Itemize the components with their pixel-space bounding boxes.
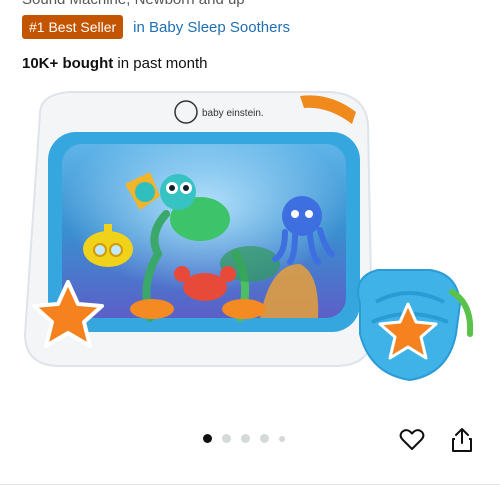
product-title-cut: Sound Machine, Newborn and up: [22, 0, 245, 8]
heart-icon: [399, 429, 425, 450]
image-carousel-dots[interactable]: [203, 434, 285, 443]
share-button[interactable]: [448, 426, 476, 454]
best-seller-category-link[interactable]: in Baby Sleep Soothers: [133, 19, 290, 36]
section-divider: [0, 484, 500, 485]
bought-in-past-month: 10K+ bought in past month: [22, 55, 207, 72]
share-icon: [452, 428, 472, 452]
carousel-dot-2[interactable]: [222, 434, 231, 443]
bought-count: 10K+ bought: [22, 55, 114, 72]
add-to-list-button[interactable]: [398, 426, 426, 454]
carousel-dot-1[interactable]: [203, 434, 212, 443]
sleep-soother-illustration: baby einstein.: [23, 91, 474, 382]
brand-logo-text: baby einstein.: [202, 108, 264, 119]
carousel-dot-5[interactable]: [279, 435, 285, 442]
carousel-dot-4[interactable]: [260, 434, 269, 443]
best-seller-row: #1 Best Seller in Baby Sleep Soothers: [22, 15, 290, 39]
best-seller-badge[interactable]: #1 Best Seller: [22, 15, 124, 39]
carousel-dot-3[interactable]: [241, 434, 250, 443]
bought-period: in past month: [113, 55, 208, 72]
product-image[interactable]: baby einstein.: [0, 84, 500, 414]
